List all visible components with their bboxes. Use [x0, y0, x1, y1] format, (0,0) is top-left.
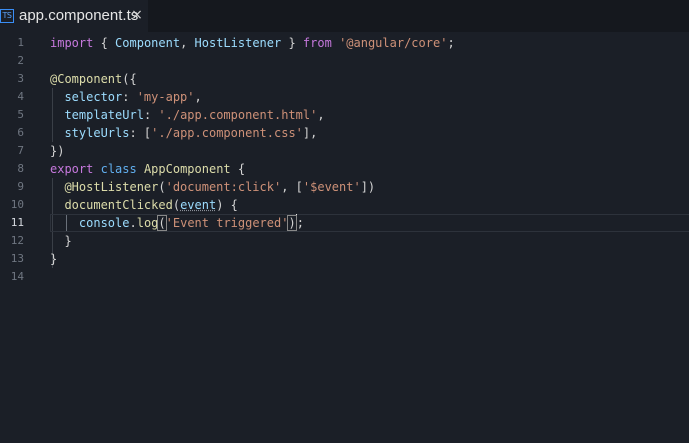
code-line: 7 }) — [0, 142, 689, 160]
code-line: 14 — [0, 268, 689, 286]
code-text: @HostListener('document:click', ['$event… — [64, 180, 376, 194]
line-number: 12 — [10, 234, 24, 247]
code-text: documentClicked(event) { — [64, 198, 238, 212]
line-number: 1 — [17, 36, 24, 49]
code-editor[interactable]: 1 import { Component, HostListener } fro… — [0, 34, 689, 443]
editor-tab[interactable]: TS app.component.ts × — [0, 0, 148, 32]
code-text: styleUrls: ['./app.component.css'], — [64, 126, 318, 140]
line-number: 14 — [10, 270, 24, 283]
code-text: export class AppComponent { — [50, 162, 246, 176]
code-text: } — [50, 234, 72, 248]
line-number: 9 — [17, 180, 24, 193]
code-text: selector: 'my-app', — [64, 90, 202, 104]
line-number: 3 — [17, 72, 24, 85]
code-line: 3 @Component({ — [0, 70, 689, 88]
code-text: import { Component, HostListener } from … — [50, 36, 455, 50]
code-line: 10 documentClicked(event) { — [0, 196, 689, 214]
tab-title[interactable]: app.component.ts — [19, 7, 138, 25]
code-line: 5 templateUrl: './app.component.html', — [0, 106, 689, 124]
line-number: 4 — [17, 90, 24, 103]
code-line: 4 selector: 'my-app', — [0, 88, 689, 106]
code-line: 8 export class AppComponent { — [0, 160, 689, 178]
close-icon[interactable]: × — [130, 6, 144, 24]
code-text: @Component({ — [50, 72, 137, 86]
line-number: 5 — [17, 108, 24, 121]
code-text: templateUrl: './app.component.html', — [64, 108, 325, 122]
code-line-active: 11 console.log('Event triggered'); — [0, 214, 689, 232]
line-number: 10 — [10, 198, 24, 211]
line-number: 13 — [10, 252, 24, 265]
line-number: 7 — [17, 144, 24, 157]
line-number: 6 — [17, 126, 24, 139]
code-line: 12 } — [0, 232, 689, 250]
code-line: 6 styleUrls: ['./app.component.css'], — [0, 124, 689, 142]
line-number: 2 — [17, 54, 24, 67]
code-text: }) — [50, 144, 65, 158]
code-line: 1 import { Component, HostListener } fro… — [0, 34, 689, 52]
code-text: } — [50, 252, 58, 266]
tab-bar: TS app.component.ts × — [0, 0, 689, 32]
code-line: 13 } — [0, 250, 689, 268]
line-number: 8 — [17, 162, 24, 175]
typescript-file-icon: TS — [0, 9, 14, 23]
code-text: console.log('Event triggered'); — [78, 214, 304, 231]
code-line: 2 — [0, 52, 689, 70]
line-number: 11 — [10, 216, 24, 229]
code-line: 9 @HostListener('document:click', ['$eve… — [0, 178, 689, 196]
